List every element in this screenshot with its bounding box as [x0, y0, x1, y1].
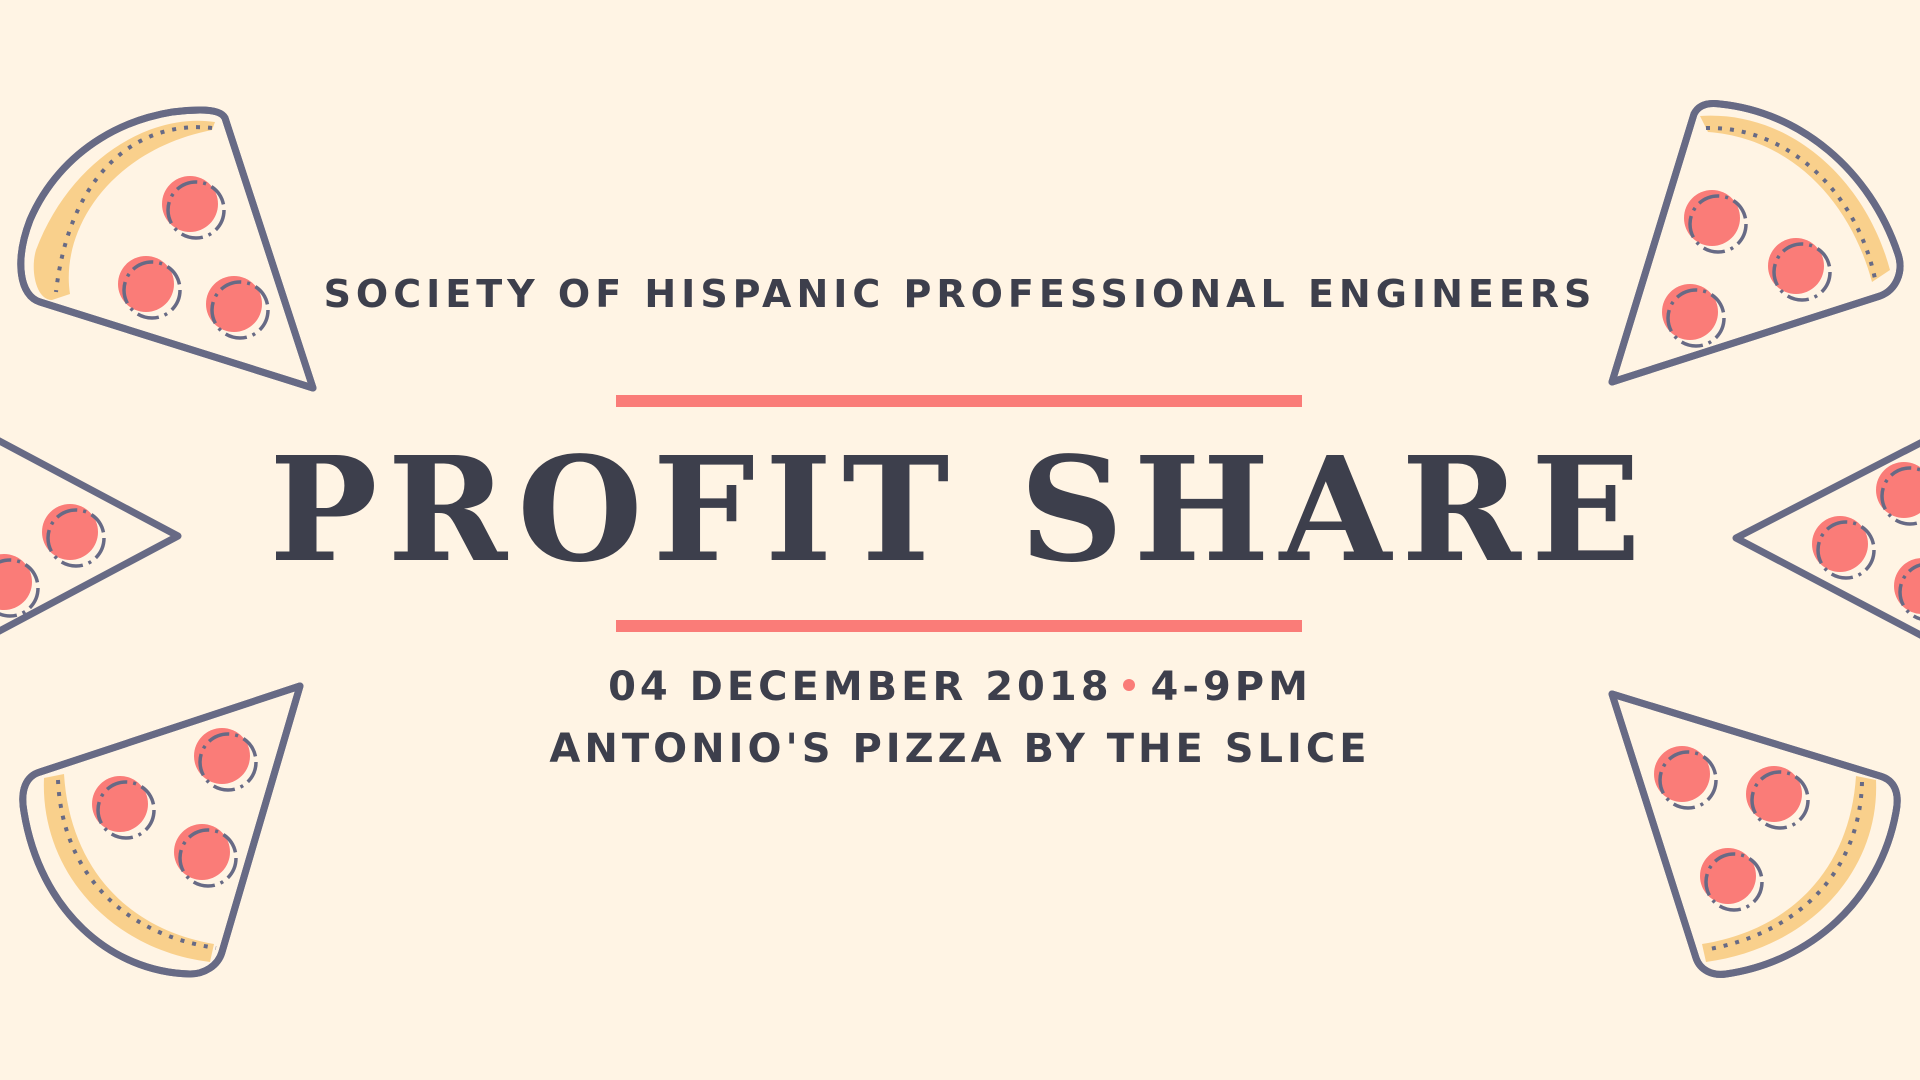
event-datetime: 04 DECEMBER 2018 4-9PM: [0, 664, 1920, 710]
organization-name: SOCIETY OF HISPANIC PROFESSIONAL ENGINEE…: [323, 272, 1597, 316]
pizza-slice-icon: [1608, 100, 1904, 386]
event-time: 4-9PM: [1150, 664, 1312, 710]
event-poster: SOCIETY OF HISPANIC PROFESSIONAL ENGINEE…: [0, 0, 1920, 1080]
event-date: 04 DECEMBER 2018: [608, 664, 1113, 710]
event-venue: ANTONIO'S PIZZA BY THE SLICE: [549, 726, 1371, 772]
pizza-slice-icon: [17, 106, 317, 392]
bottom-divider: [616, 620, 1302, 632]
separator-dot-icon: [1122, 679, 1135, 691]
event-title: PROFIT SHARE: [269, 425, 1651, 594]
top-divider: [616, 395, 1302, 407]
